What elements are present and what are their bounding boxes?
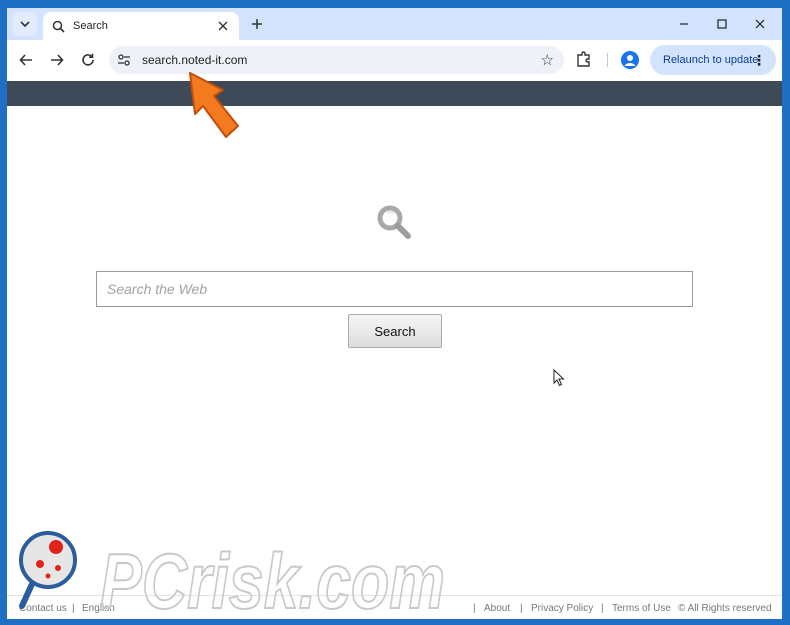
browser-toolbar: search.noted-it.com ☆ Relaunch to update… xyxy=(7,40,782,81)
back-button[interactable] xyxy=(15,49,37,71)
browser-window: Search search.noted-it.com ☆ Relaunch to… xyxy=(7,8,782,619)
magnifier-icon xyxy=(377,205,411,239)
forward-button[interactable] xyxy=(46,49,68,71)
maximize-button[interactable] xyxy=(708,14,736,34)
watermark: PCrisk.com xyxy=(8,530,458,620)
footer-separator: | xyxy=(601,603,604,614)
minimize-button[interactable] xyxy=(670,14,698,34)
footer-about-link[interactable]: About xyxy=(484,603,510,614)
footer-separator: | xyxy=(473,603,476,614)
reload-button[interactable] xyxy=(77,49,99,71)
tab-title: Search xyxy=(73,20,108,32)
window-close-button[interactable] xyxy=(746,14,774,34)
reload-icon xyxy=(82,53,94,66)
arrow-annotation xyxy=(189,72,239,138)
more-icon[interactable]: ⋮ xyxy=(752,53,766,67)
pcrisk-wordmark: PCrisk.com xyxy=(99,536,446,620)
footer-privacy-link[interactable]: Privacy Policy xyxy=(531,603,593,614)
address-bar[interactable]: search.noted-it.com ☆ xyxy=(109,46,564,74)
pcrisk-wordmark-text: PCrisk.com xyxy=(100,537,445,620)
site-header-bar xyxy=(7,81,782,106)
extensions-icon[interactable] xyxy=(575,50,593,68)
footer-separator: | xyxy=(520,603,523,614)
site-info-icon[interactable] xyxy=(117,53,131,67)
close-icon[interactable] xyxy=(215,18,231,34)
forward-icon xyxy=(51,54,64,66)
cursor-icon xyxy=(553,369,565,387)
pcrisk-logo xyxy=(19,531,77,609)
tab-search-icon xyxy=(20,21,30,28)
tab-active[interactable]: Search xyxy=(43,12,239,40)
profile-icon[interactable] xyxy=(621,51,639,69)
search-input[interactable] xyxy=(96,271,693,307)
relaunch-label: Relaunch to update xyxy=(663,54,759,66)
window-close-icon xyxy=(755,19,765,29)
star-icon[interactable]: ☆ xyxy=(541,51,554,69)
toolbar-separator xyxy=(607,53,608,67)
footer-copyright: © All Rights reserved xyxy=(678,603,772,614)
tab-strip: Search xyxy=(7,8,782,40)
search-button[interactable]: Search xyxy=(348,314,442,348)
footer-terms-link[interactable]: Terms of Use xyxy=(612,603,671,614)
new-tab-button[interactable] xyxy=(247,14,267,34)
address-url[interactable]: search.noted-it.com xyxy=(142,53,247,67)
maximize-icon xyxy=(717,19,727,29)
relaunch-button[interactable]: Relaunch to update ⋮ xyxy=(650,45,776,75)
minimize-icon xyxy=(680,23,688,25)
back-icon xyxy=(19,54,32,66)
tab-search-button[interactable] xyxy=(13,12,37,36)
plus-icon xyxy=(252,19,262,29)
globe-icon xyxy=(51,19,65,33)
